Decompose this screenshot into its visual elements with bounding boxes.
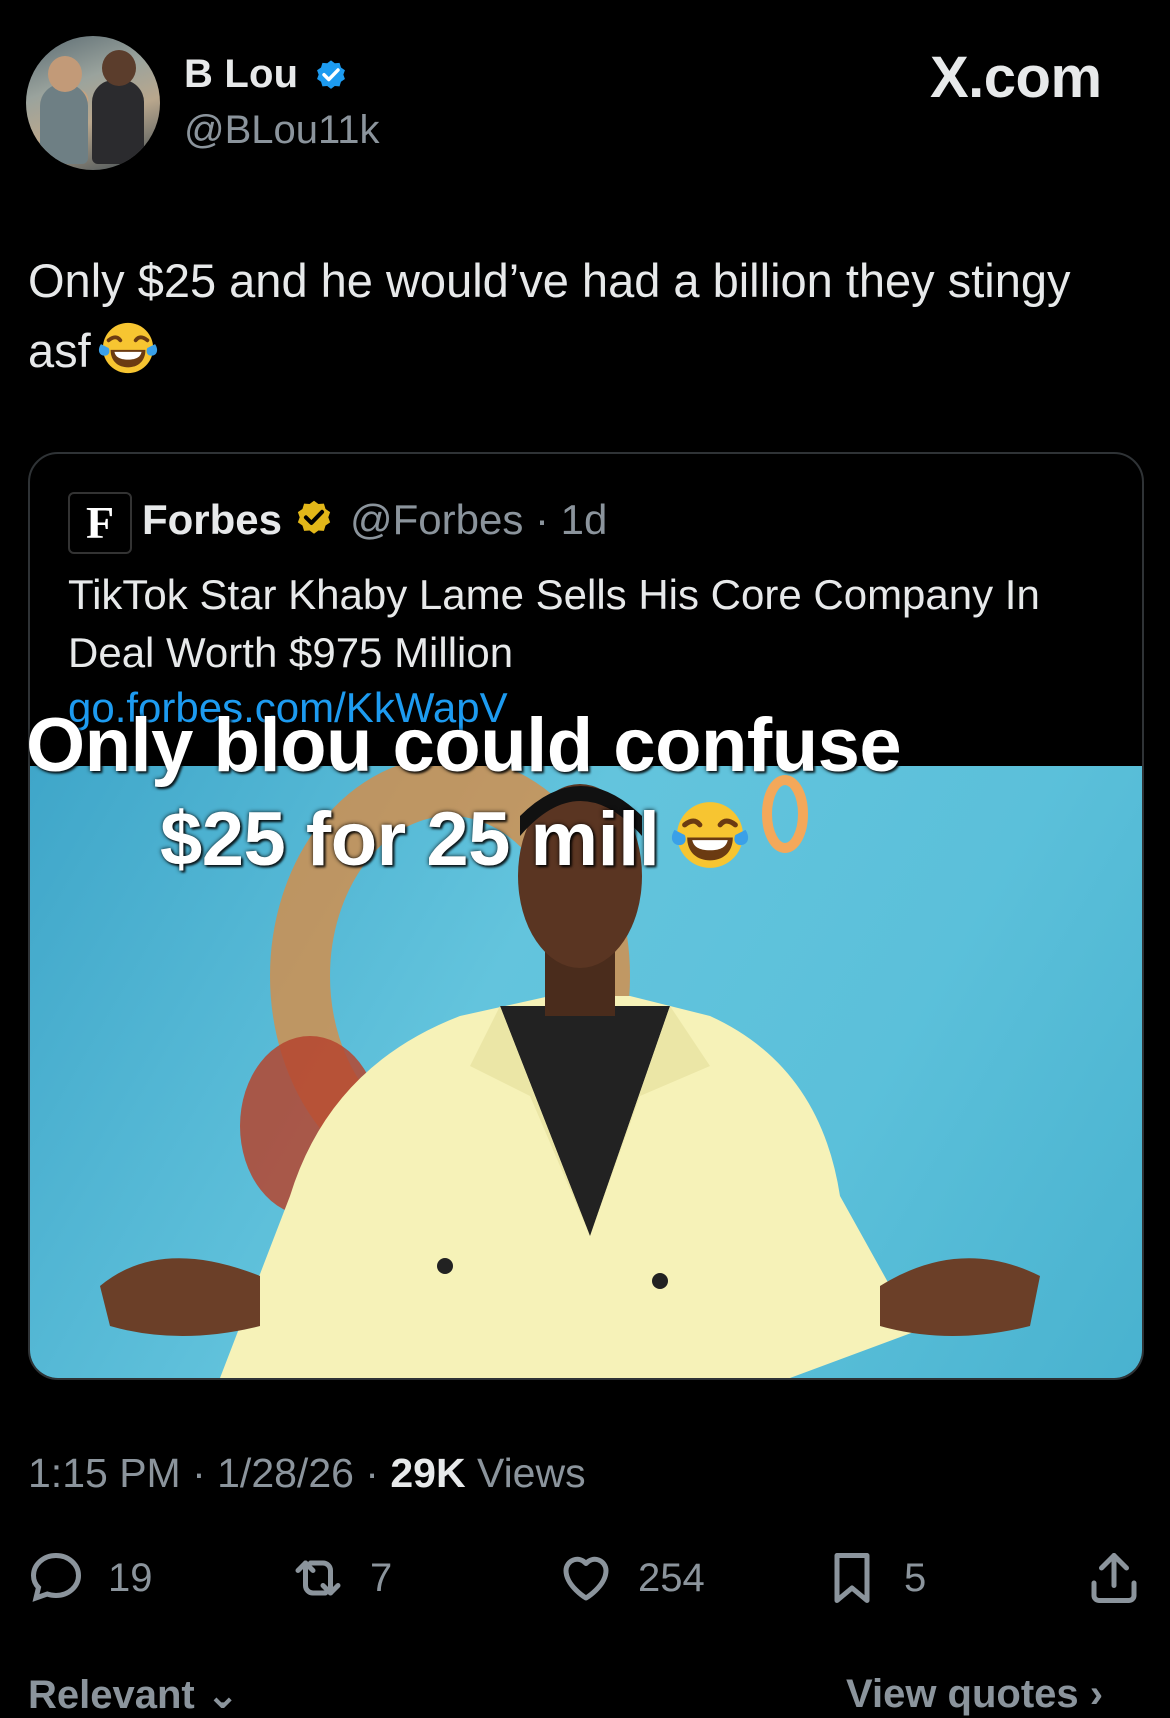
overlay-caption-line-1: Only blou could confuse bbox=[26, 703, 902, 788]
site-label: X.com bbox=[930, 45, 1102, 110]
quoted-handle-time[interactable]: @Forbes · 1d bbox=[350, 496, 607, 544]
tweet-text-body: Only $25 and he would’ve had a billion t… bbox=[28, 254, 1071, 377]
timestamp-views: 1:15 PM · 1/28/26 · 29K Views bbox=[28, 1450, 586, 1497]
bookmark-button[interactable]: 5 bbox=[822, 1548, 926, 1608]
repost-button[interactable]: 7 bbox=[288, 1548, 392, 1608]
tweet-text: Only $25 and he would’ve had a billion t… bbox=[28, 246, 1128, 386]
like-button[interactable]: 254 bbox=[556, 1548, 705, 1608]
reply-button[interactable]: 19 bbox=[26, 1548, 153, 1608]
display-name[interactable]: B Lou bbox=[184, 52, 298, 97]
verified-gold-badge-icon bbox=[297, 500, 331, 534]
timestamp: 1:15 PM · 1/28/26 · bbox=[28, 1450, 391, 1496]
views-count: 29K bbox=[390, 1450, 466, 1496]
avatar[interactable] bbox=[26, 36, 160, 170]
reply-count: 19 bbox=[108, 1555, 153, 1600]
laughing-tears-emoji-icon bbox=[672, 802, 749, 868]
verified-badge-icon bbox=[317, 60, 345, 89]
forbes-logo: F bbox=[68, 492, 132, 554]
repost-icon bbox=[295, 1560, 341, 1596]
overlay-caption-line-2-text: $25 for 25 mill bbox=[160, 797, 660, 882]
views-label: Views bbox=[465, 1450, 586, 1496]
heart-icon bbox=[563, 1556, 609, 1601]
handle[interactable]: @BLou11k bbox=[184, 108, 380, 153]
view-quotes-link[interactable]: View quotes › bbox=[846, 1672, 1103, 1717]
relevant-sort-dropdown[interactable]: Relevant ⌄ bbox=[28, 1672, 239, 1718]
bookmark-count: 5 bbox=[904, 1555, 927, 1600]
share-icon bbox=[1091, 1553, 1137, 1603]
reply-icon bbox=[30, 1552, 82, 1602]
repost-count: 7 bbox=[370, 1555, 393, 1600]
like-count: 254 bbox=[638, 1555, 705, 1600]
quoted-author-name[interactable]: Forbes bbox=[142, 496, 282, 544]
overlay-caption-line-2: $25 for 25 mill bbox=[160, 792, 751, 888]
quoted-tweet-text: TikTok Star Khaby Lame Sells His Core Co… bbox=[68, 571, 1040, 676]
laughing-tears-emoji-icon bbox=[98, 322, 157, 374]
bookmark-icon bbox=[834, 1553, 870, 1603]
share-button[interactable] bbox=[1084, 1548, 1144, 1608]
quoted-tweet-card[interactable]: F Forbes @Forbes · 1d TikTok Star Khaby … bbox=[28, 452, 1144, 1380]
